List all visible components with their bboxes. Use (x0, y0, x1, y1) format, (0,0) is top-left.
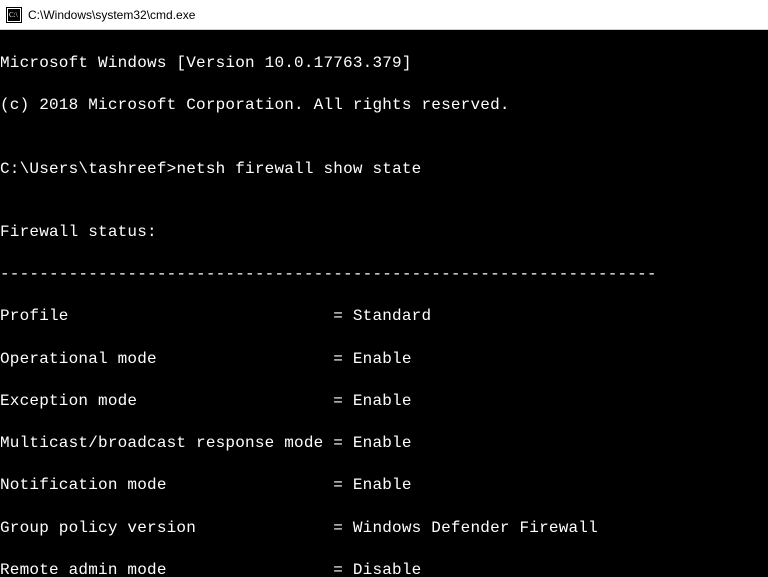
separator: ----------------------------------------… (0, 264, 768, 285)
window-titlebar[interactable]: C:\ C:\Windows\system32\cmd.exe (0, 0, 768, 30)
command-text: netsh firewall show state (176, 160, 421, 178)
svg-text:C:\: C:\ (9, 11, 18, 19)
status-row-profile: Profile = Standard (0, 306, 768, 327)
window-title: C:\Windows\system32\cmd.exe (28, 8, 195, 22)
cmd-icon: C:\ (6, 7, 22, 23)
prompt: C:\Users\tashreef> (0, 160, 176, 178)
status-row-multicast: Multicast/broadcast response mode = Enab… (0, 433, 768, 454)
status-row-notification: Notification mode = Enable (0, 475, 768, 496)
status-row-exception-mode: Exception mode = Enable (0, 391, 768, 412)
copyright-line: (c) 2018 Microsoft Corporation. All righ… (0, 95, 768, 116)
terminal-output[interactable]: Microsoft Windows [Version 10.0.17763.37… (0, 30, 768, 577)
status-row-operational-mode: Operational mode = Enable (0, 349, 768, 370)
status-row-group-policy: Group policy version = Windows Defender … (0, 518, 768, 539)
section-heading: Firewall status: (0, 222, 768, 243)
prompt-line: C:\Users\tashreef>netsh firewall show st… (0, 159, 768, 180)
status-row-remote-admin: Remote admin mode = Disable (0, 560, 768, 577)
version-line: Microsoft Windows [Version 10.0.17763.37… (0, 53, 768, 74)
